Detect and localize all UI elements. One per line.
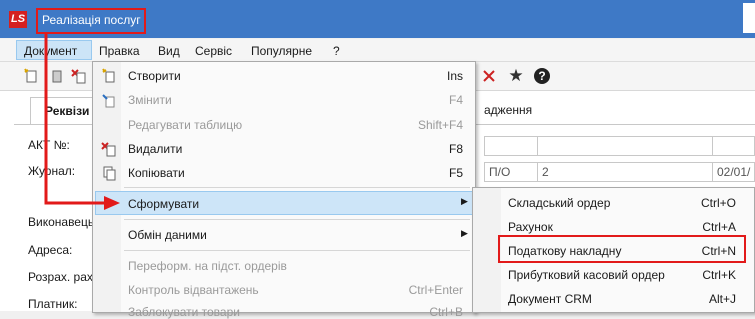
submenu-arrow-icon: ▶ (461, 228, 468, 238)
delete-icon (100, 140, 118, 158)
menu-document[interactable]: Документ (24, 44, 77, 58)
menu-separator (124, 187, 470, 188)
menu-item-create[interactable]: Створити (128, 69, 181, 83)
label-journal: Журнал: (28, 164, 76, 178)
app-logo-icon: LS (9, 11, 27, 28)
label-act-no: АКТ №: (28, 138, 70, 152)
star-icon[interactable]: ★ (507, 67, 525, 85)
submenu-item-cash-receipt[interactable]: Прибутковий касовий ордер (508, 268, 665, 282)
menu-view[interactable]: Вид (158, 44, 180, 58)
submenu-arrow-icon: ▶ (461, 196, 468, 206)
field-journal-number[interactable]: 2 (537, 162, 713, 182)
annotation-title-box (36, 8, 146, 34)
menu-item-edit-table[interactable]: Редагувати таблицю (128, 118, 242, 132)
label-account: Розрах. рах (28, 270, 93, 284)
edit-icon (100, 92, 118, 110)
svg-text:?: ? (538, 69, 545, 83)
shortcut-create: Ins (446, 69, 463, 83)
menu-item-delete[interactable]: Видалити (128, 142, 182, 156)
menu-item-copy[interactable]: Копіювати (128, 166, 185, 180)
cancel-icon[interactable] (480, 67, 498, 85)
shortcut-invoice: Ctrl+A (702, 220, 736, 234)
field-journal-type[interactable]: П/О (484, 162, 538, 182)
new-icon (100, 67, 118, 85)
menu-help[interactable]: ? (333, 44, 340, 58)
tab-rekvizity[interactable]: Реквізи (30, 97, 100, 124)
menu-item-reform-orders[interactable]: Переформ. на підст. ордерів (128, 259, 287, 273)
menu-item-block-goods[interactable]: Заблокувати товари (128, 305, 240, 319)
shortcut-edit-table: Shift+F4 (417, 118, 463, 132)
menu-item-sformuvaty[interactable]: Сформувати (128, 197, 199, 211)
copy-icon (100, 164, 118, 182)
label-address: Адреса: (28, 243, 73, 257)
shortcut-warehouse-order: Ctrl+O (700, 196, 736, 210)
shortcut-cash-receipt: Ctrl+K (702, 268, 736, 282)
field-empty-1[interactable] (484, 136, 538, 156)
menu-separator (124, 219, 470, 220)
pin-icon[interactable] (47, 67, 65, 85)
submenu-item-crm-document[interactable]: Документ CRM (508, 292, 592, 306)
shortcut-block-goods: Ctrl+B (429, 305, 463, 319)
menu-edit[interactable]: Правка (99, 44, 140, 58)
submenu-item-invoice[interactable]: Рахунок (508, 220, 553, 234)
field-journal-date[interactable]: 02/01/ (712, 162, 755, 182)
menu-item-data-exchange[interactable]: Обмін даними (128, 228, 207, 242)
shortcut-delete: F8 (448, 142, 463, 156)
delete-icon[interactable] (70, 67, 88, 85)
menu-separator (124, 250, 470, 251)
new-icon[interactable] (22, 67, 40, 85)
annotation-tax-invoice-box (498, 235, 746, 263)
shortcut-crm-document: Alt+J (708, 292, 736, 306)
menu-item-edit[interactable]: Змінити (128, 93, 172, 107)
menu-popular[interactable]: Популярне (251, 44, 312, 58)
tab-nadhodzhennia[interactable]: адження (484, 103, 532, 117)
help-icon[interactable]: ? (533, 67, 551, 85)
menu-service[interactable]: Сервіс (195, 44, 232, 58)
shortcut-copy: F5 (448, 166, 463, 180)
submenu-item-warehouse-order[interactable]: Складський ордер (508, 196, 610, 210)
field-empty-2[interactable] (537, 136, 713, 156)
submenu-gutter (473, 188, 501, 312)
window-edge (743, 3, 755, 33)
label-executor: Виконавець (28, 215, 95, 229)
shortcut-edit: F4 (448, 93, 463, 107)
label-payer: Платник: (28, 297, 78, 311)
shortcut-shipment-control: Ctrl+Enter (408, 283, 463, 297)
field-empty-3[interactable] (712, 136, 755, 156)
menu-item-shipment-control[interactable]: Контроль відвантажень (128, 283, 259, 297)
